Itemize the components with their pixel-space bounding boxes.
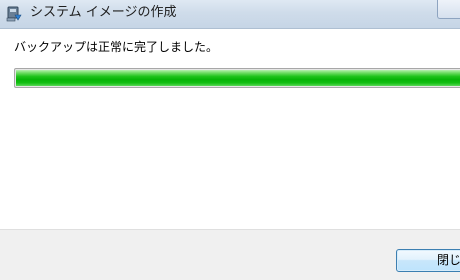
status-message: バックアップは正常に完了しました。 xyxy=(14,40,219,54)
progress-bar xyxy=(14,68,460,88)
button-bar: 閉じる xyxy=(0,229,460,280)
main-content: バックアップは正常に完了しました。 xyxy=(0,29,460,229)
window-close-control[interactable] xyxy=(437,0,460,19)
title-bar[interactable]: システム イメージの作成 xyxy=(0,0,460,29)
window-title: システム イメージの作成 xyxy=(30,5,177,20)
backup-app-icon xyxy=(6,6,22,22)
system-image-window: システム イメージの作成 バックアップは正常に完了しました。 閉じる xyxy=(0,0,460,280)
progress-fill xyxy=(16,70,460,86)
close-button[interactable]: 閉じる xyxy=(396,249,460,272)
